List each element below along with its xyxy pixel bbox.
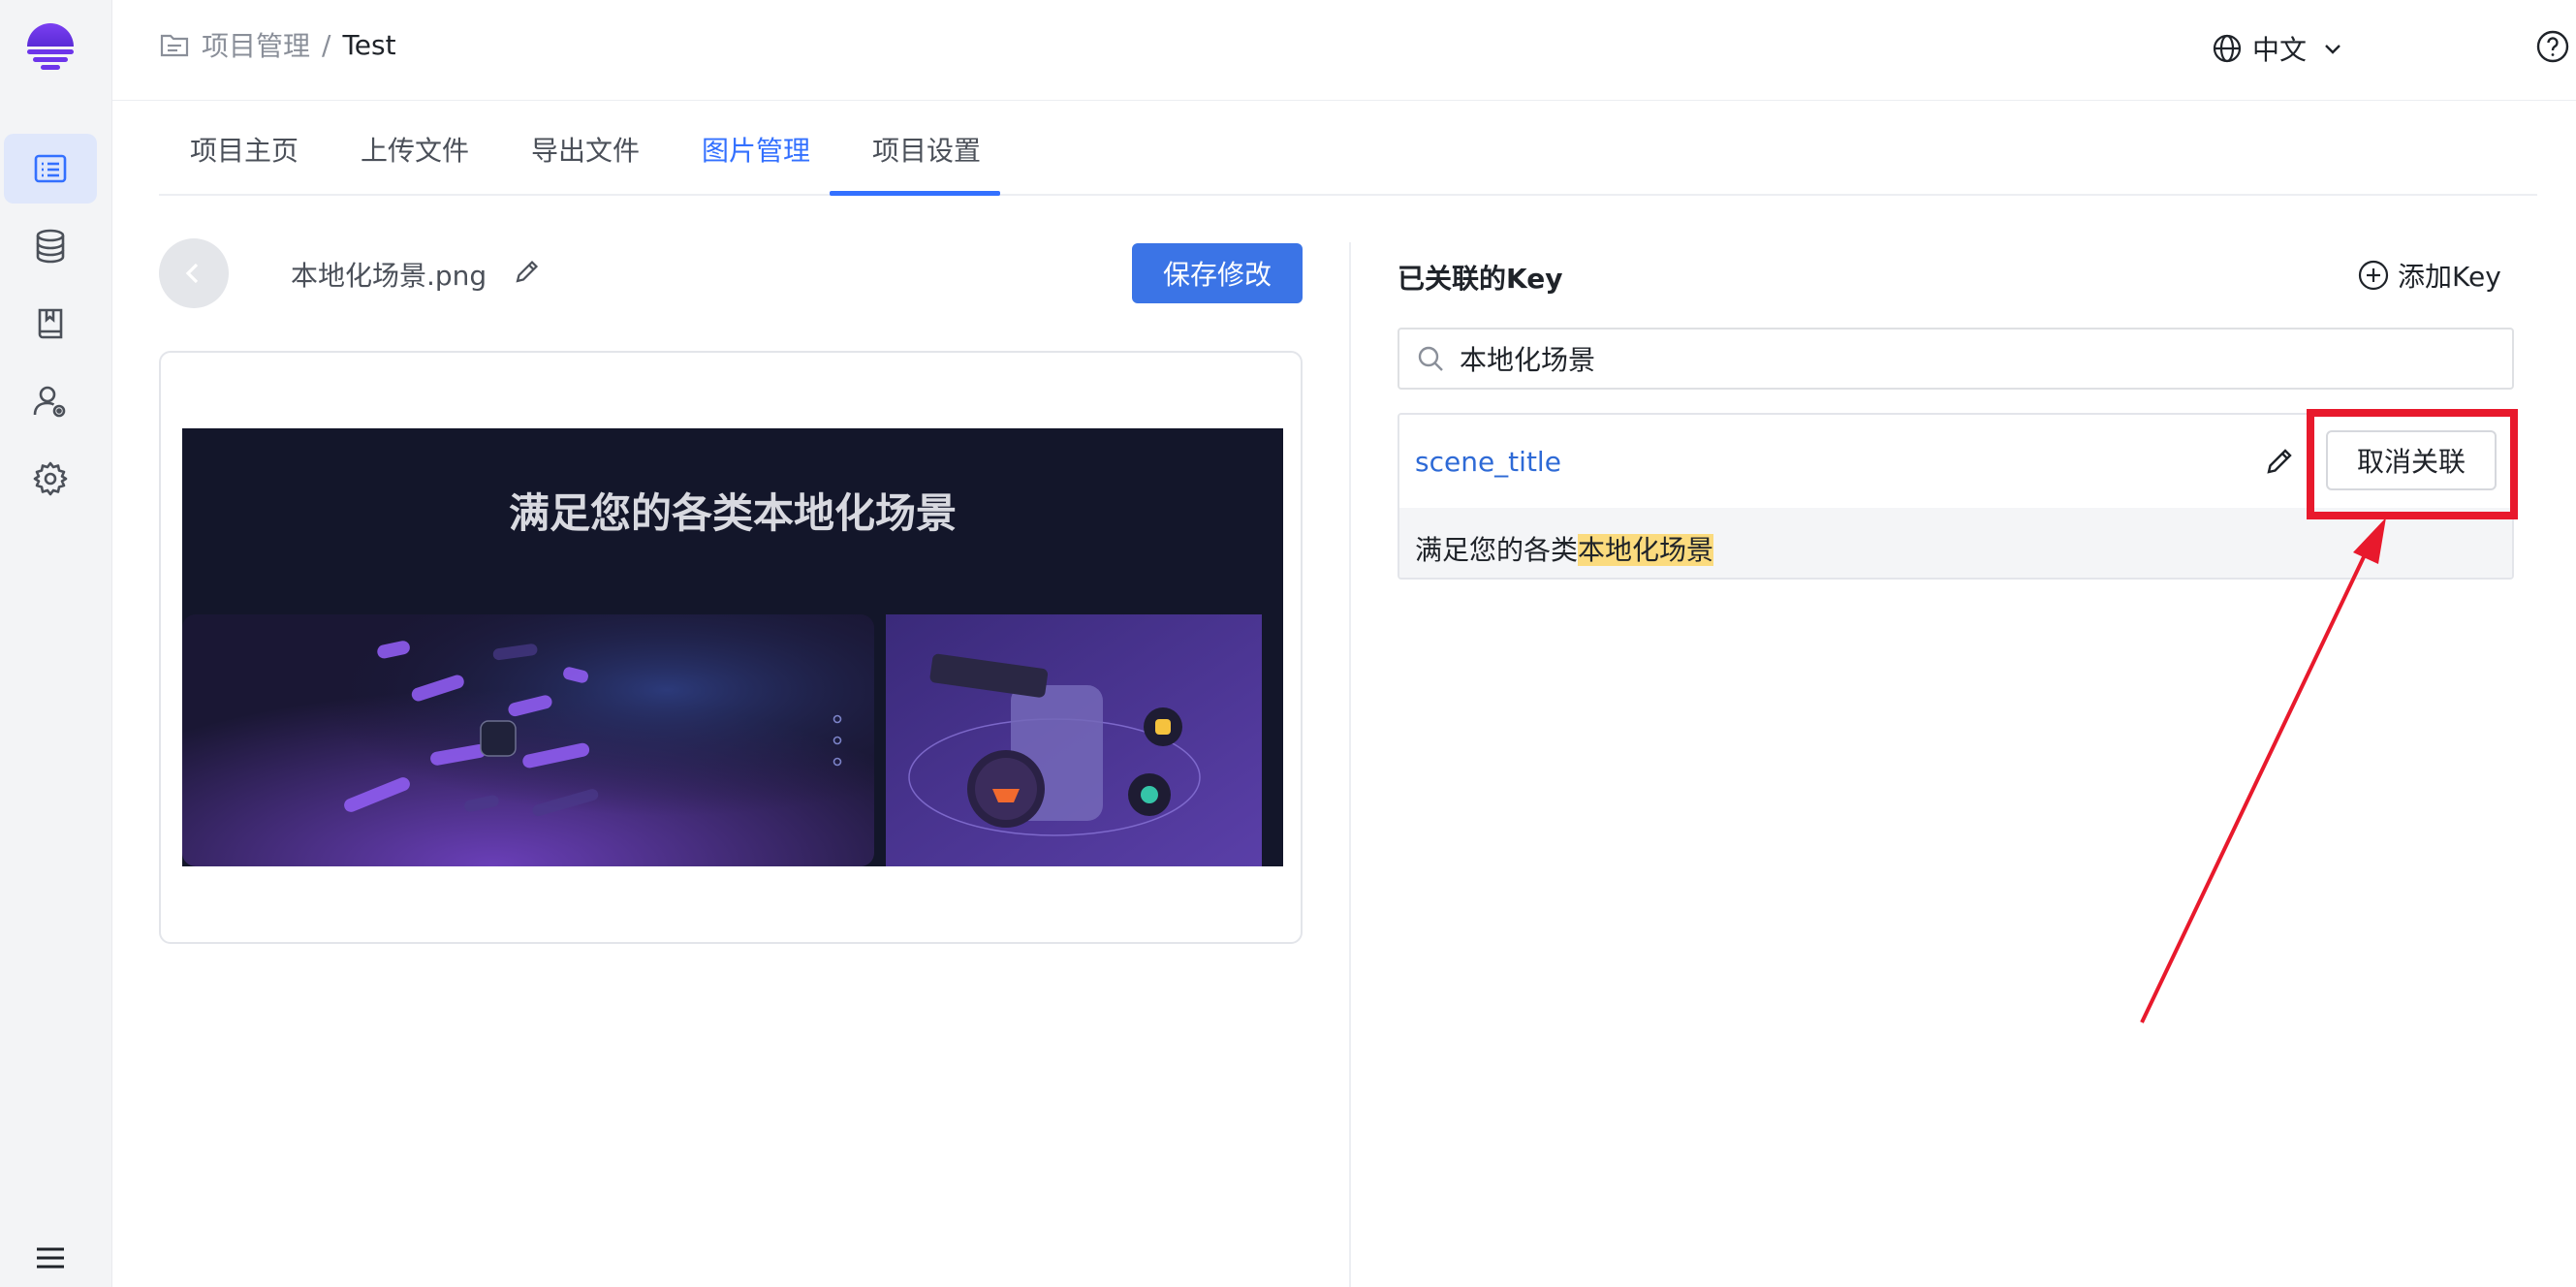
database-icon [36, 229, 65, 264]
add-key-label: 添加Key [2398, 261, 2501, 293]
tab-project-home[interactable]: 项目主页 [190, 130, 298, 196]
list-icon [34, 154, 67, 183]
tab-project-settings[interactable]: 项目设置 [872, 130, 981, 196]
globe-icon [2213, 34, 2242, 63]
gear-icon [33, 461, 68, 496]
key-search-input[interactable] [1460, 342, 2429, 375]
top-header: 项目管理 / Test 中文 [112, 0, 2576, 101]
breadcrumb-root[interactable]: 项目管理 [202, 25, 310, 64]
help-icon[interactable] [2535, 29, 2570, 64]
annotation-arrow-icon [2140, 518, 2386, 1023]
sidebar-item-members[interactable] [4, 366, 97, 436]
breadcrumb-separator: / [322, 28, 331, 61]
sidebar-item-database[interactable] [4, 211, 97, 281]
search-icon [1418, 346, 1443, 371]
active-tab-indicator [830, 191, 1000, 196]
menu-icon[interactable] [29, 1240, 72, 1275]
project-tabs: 项目主页 上传文件 导出文件 图片管理 项目设置 [159, 101, 2537, 196]
breadcrumb-current: Test [342, 28, 396, 61]
image-preview[interactable]: 满足您的各类本地化场景 [182, 428, 1283, 866]
linked-keys-title: 已关联的Key [1398, 263, 1563, 295]
plus-circle-icon [2358, 260, 2389, 291]
sidebar-item-settings[interactable] [4, 444, 97, 514]
image-filename: 本地化场景.png [291, 260, 487, 292]
preview-title: 满足您的各类本地化场景 [508, 489, 957, 537]
add-key-button[interactable]: 添加Key [2357, 256, 2501, 295]
image-preview-card: 满足您的各类本地化场景 [159, 351, 1303, 944]
app-logo-icon[interactable] [23, 19, 78, 74]
panel-divider [1349, 242, 1351, 1287]
folder-icon [160, 34, 189, 57]
key-value-text: 满足您的各类本地化场景 [1415, 529, 1714, 568]
language-label: 中文 [2252, 34, 2308, 66]
chevron-down-icon [2325, 45, 2340, 54]
tab-image-management[interactable]: 图片管理 [702, 130, 810, 196]
key-name-link[interactable]: scene_title [1415, 446, 1561, 478]
chevron-left-icon [185, 263, 199, 284]
save-changes-button[interactable]: 保存修改 [1132, 243, 1303, 303]
pencil-icon[interactable] [2262, 444, 2297, 479]
book-icon [38, 308, 63, 339]
pencil-icon[interactable] [512, 256, 543, 287]
user-settings-icon [33, 386, 66, 418]
key-value-prefix: 满足您的各类 [1415, 534, 1579, 566]
breadcrumb: 项目管理 / Test [159, 25, 396, 64]
key-value-highlight: 本地化场景 [1578, 534, 1714, 566]
tab-export-files[interactable]: 导出文件 [531, 130, 640, 196]
language-selector[interactable]: 中文 [2212, 29, 2355, 68]
sidebar [0, 0, 112, 1287]
key-search-box [1398, 328, 2514, 390]
unlink-button[interactable]: 取消关联 [2326, 430, 2497, 490]
back-button[interactable] [159, 238, 229, 308]
tab-upload-files[interactable]: 上传文件 [361, 130, 469, 196]
sidebar-item-docs[interactable] [4, 289, 97, 359]
sidebar-item-projects[interactable] [4, 134, 97, 204]
